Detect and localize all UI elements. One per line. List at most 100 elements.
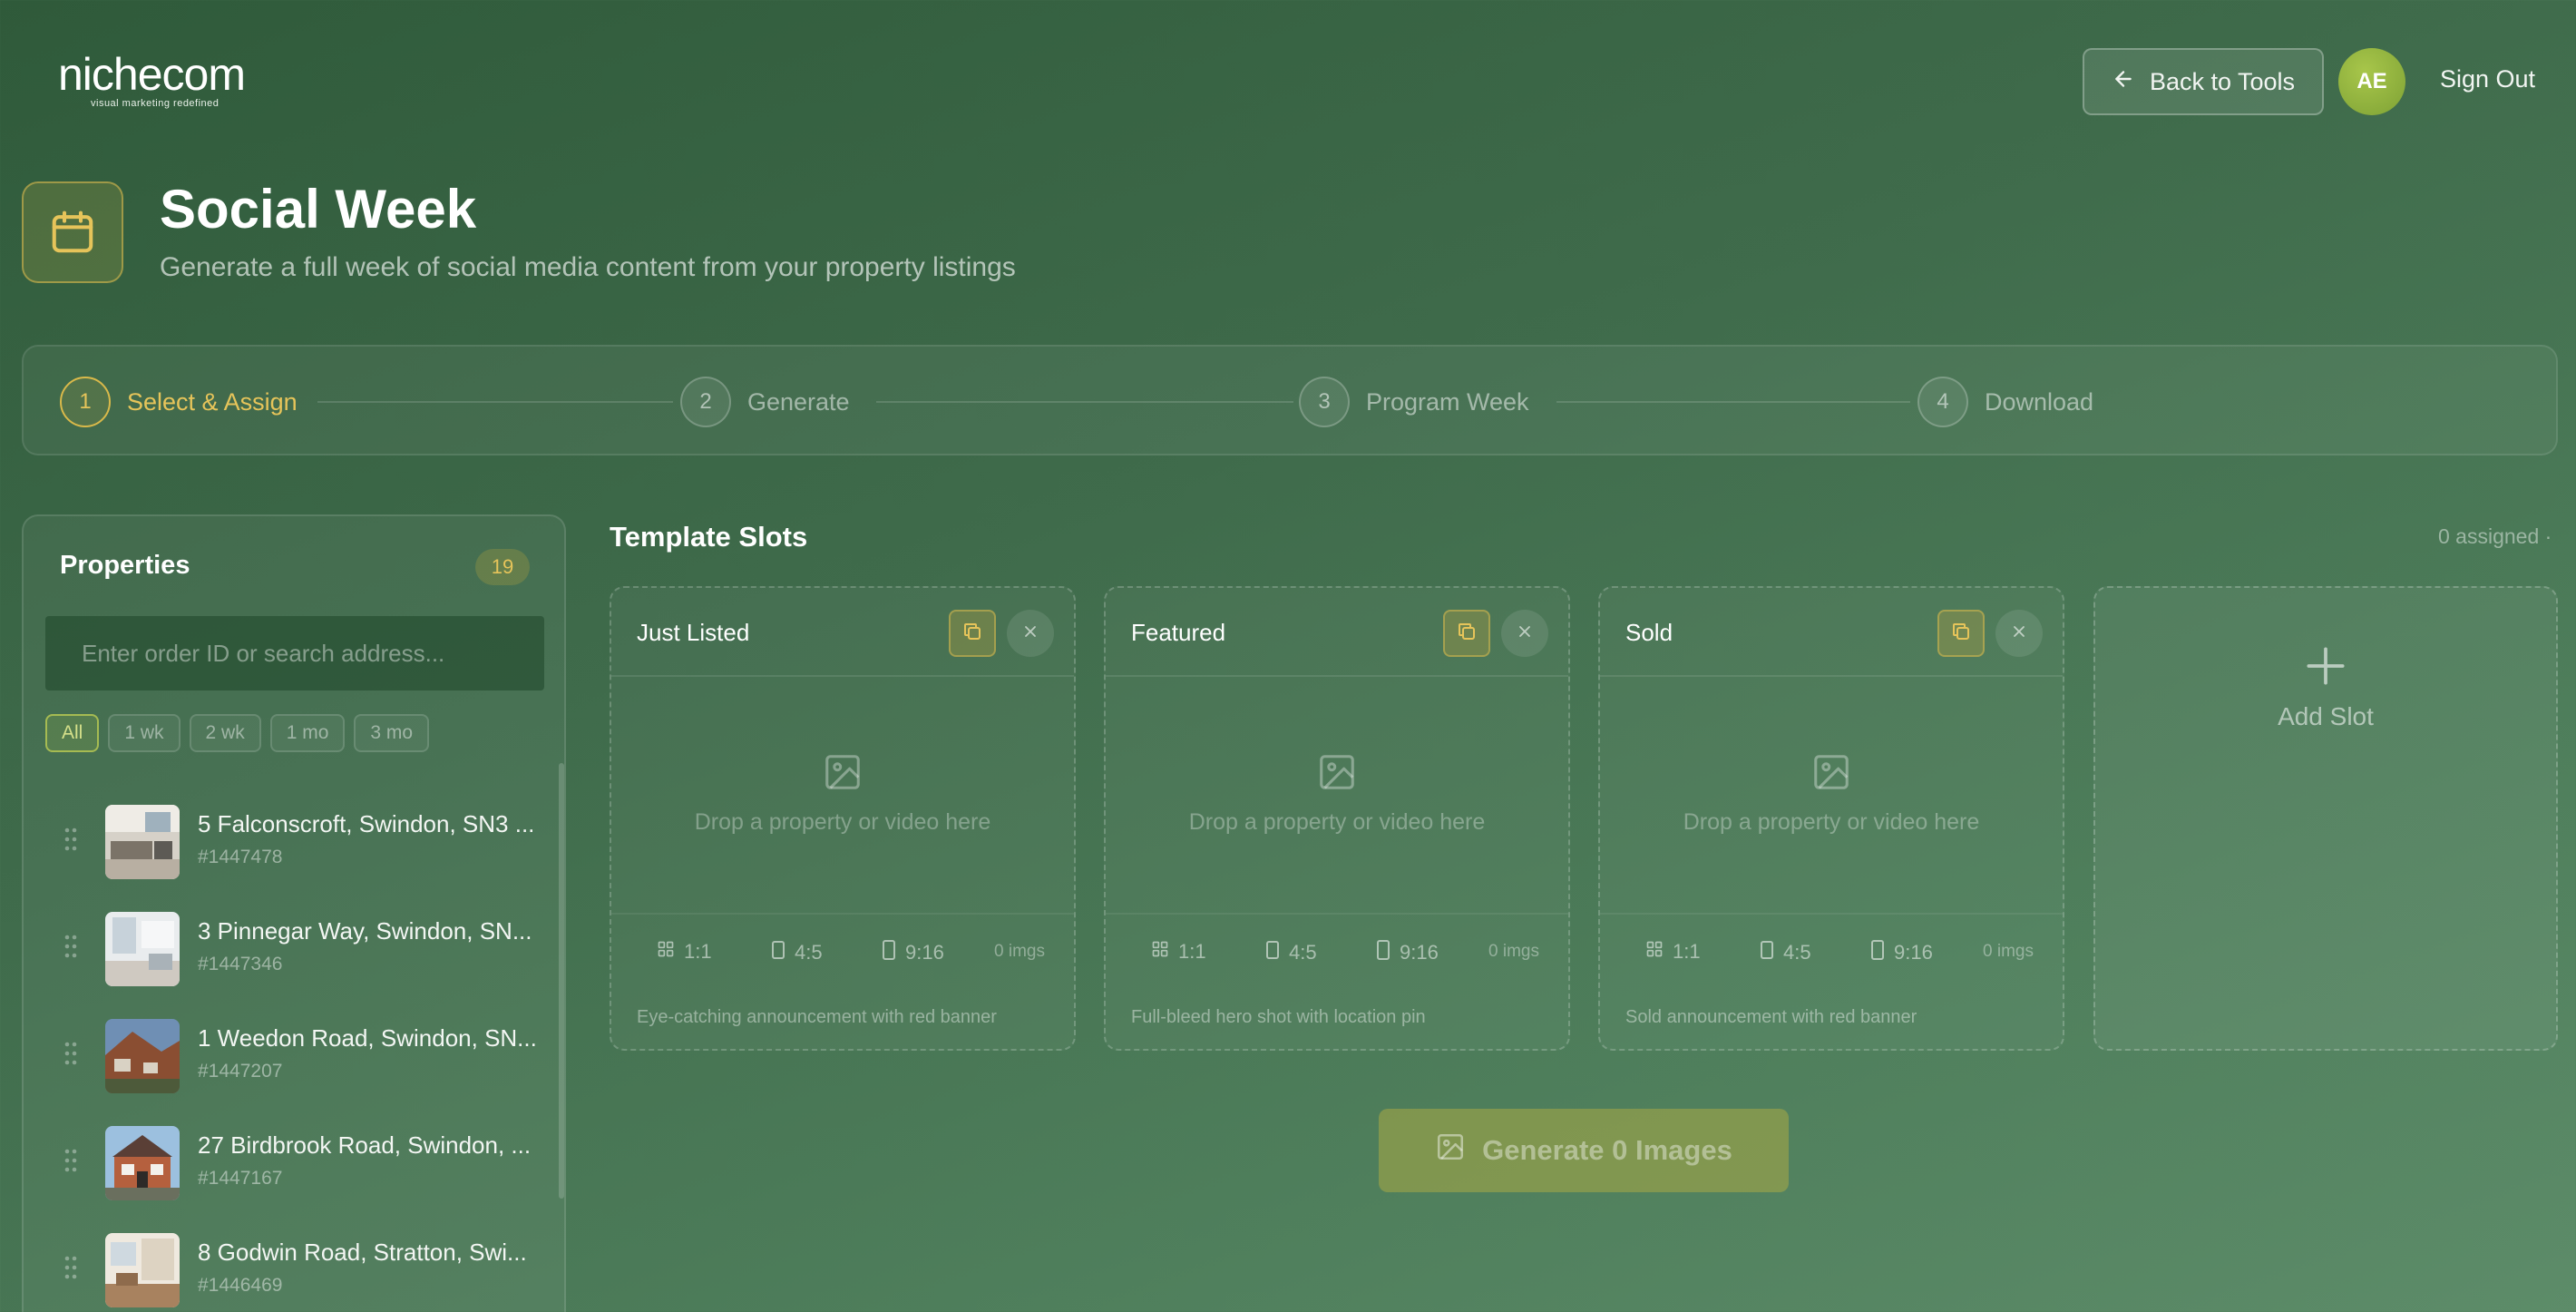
- remove-slot-button[interactable]: [1995, 610, 2043, 657]
- slot-image-count: 0 imgs: [1983, 942, 2034, 961]
- properties-panel: Properties 19 All 1 wk 2 wk 1 mo 3 mo 5 …: [22, 514, 566, 1312]
- property-list: 5 Falconscroft, Swindon, SN3 ... #144747…: [24, 788, 559, 1312]
- remove-slot-button[interactable]: [1501, 610, 1548, 657]
- slot-description: Eye-catching announcement with red banne…: [637, 1007, 997, 1027]
- image-icon: [1435, 1131, 1466, 1170]
- filter-2-week[interactable]: 2 wk: [189, 714, 261, 752]
- grid-icon: [1151, 940, 1169, 964]
- property-item[interactable]: 5 Falconscroft, Swindon, SN3 ... #144747…: [24, 788, 559, 896]
- drag-handle-icon[interactable]: [63, 1041, 78, 1071]
- filter-1-week[interactable]: 1 wk: [108, 714, 181, 752]
- duplicate-slot-button[interactable]: [1937, 610, 1985, 657]
- format-toggle-1-1[interactable]: 1:1: [1151, 940, 1206, 964]
- filter-3-month[interactable]: 3 mo: [354, 714, 430, 752]
- duplicate-slot-button[interactable]: [949, 610, 996, 657]
- sign-out-link[interactable]: Sign Out: [2440, 65, 2535, 93]
- image-placeholder-icon: [1316, 751, 1358, 798]
- format-toggle-9-16[interactable]: 9:16: [882, 940, 944, 965]
- slot-divider: [1600, 675, 2063, 677]
- user-avatar[interactable]: AE: [2338, 48, 2405, 115]
- format-label: 1:1: [1673, 940, 1701, 963]
- property-item[interactable]: 8 Godwin Road, Stratton, Swi... #1446469: [24, 1217, 559, 1312]
- remove-slot-button[interactable]: [1007, 610, 1054, 657]
- drag-handle-icon[interactable]: [63, 1255, 78, 1285]
- portrait-icon: [1760, 940, 1774, 965]
- template-slot-just-listed[interactable]: Just Listed Drop a property or video her…: [610, 586, 1076, 1051]
- format-toggle-9-16[interactable]: 9:16: [1870, 940, 1933, 965]
- step-program-week[interactable]: 3 Program Week: [1299, 377, 1529, 427]
- format-label: 9:16: [1400, 941, 1439, 964]
- property-item[interactable]: 27 Birdbrook Road, Swindon, ... #1447167: [24, 1110, 559, 1217]
- format-toggle-9-16[interactable]: 9:16: [1376, 940, 1439, 965]
- property-thumbnail: [105, 1233, 180, 1307]
- add-slot-button[interactable]: Add Slot: [2093, 586, 2558, 1051]
- format-toggle-1-1[interactable]: 1:1: [657, 940, 712, 964]
- generate-images-button[interactable]: Generate 0 Images: [1379, 1109, 1789, 1192]
- format-toggle-4-5[interactable]: 4:5: [1760, 940, 1811, 965]
- property-thumbnail: [105, 912, 180, 986]
- step-connector: [1556, 401, 1910, 403]
- properties-title: Properties: [60, 551, 190, 580]
- step-label: Generate: [747, 387, 850, 416]
- property-id: #1447167: [198, 1168, 283, 1189]
- slot-description: Sold announcement with red banner: [1625, 1007, 1917, 1027]
- drag-handle-icon[interactable]: [63, 934, 78, 964]
- step-number: 2: [680, 377, 731, 427]
- format-label: 4:5: [795, 941, 823, 964]
- filter-1-month[interactable]: 1 mo: [269, 714, 346, 752]
- nichecom-logo[interactable]: nichecom visual marketing redefined: [58, 49, 249, 113]
- drag-handle-icon[interactable]: [63, 827, 78, 857]
- close-icon: [1021, 622, 1039, 645]
- image-placeholder-icon: [822, 751, 864, 798]
- drag-handle-icon[interactable]: [63, 1148, 78, 1178]
- slot-name: Sold: [1625, 619, 1673, 646]
- slot-divider: [1106, 913, 1568, 915]
- format-label: 4:5: [1289, 941, 1317, 964]
- format-label: 4:5: [1783, 941, 1811, 964]
- step-select-assign[interactable]: 1 Select & Assign: [60, 377, 298, 427]
- phone-icon: [882, 940, 896, 965]
- phone-icon: [1870, 940, 1885, 965]
- template-slot-sold[interactable]: Sold Drop a property or video here 1:1 4…: [1598, 586, 2064, 1051]
- copy-icon: [961, 621, 983, 647]
- filter-all[interactable]: All: [45, 714, 100, 752]
- properties-scrollbar[interactable]: [559, 763, 564, 1199]
- slot-divider: [611, 675, 1074, 677]
- format-label: 9:16: [1894, 941, 1933, 964]
- portrait-icon: [771, 940, 785, 965]
- format-toggle-1-1[interactable]: 1:1: [1645, 940, 1701, 964]
- grid-icon: [657, 940, 675, 964]
- plus-icon: [2300, 641, 2351, 696]
- property-item[interactable]: 3 Pinnegar Way, Swindon, SN... #1447346: [24, 896, 559, 1003]
- slot-name: Just Listed: [637, 619, 750, 646]
- slot-divider: [1600, 913, 2063, 915]
- format-toggle-4-5[interactable]: 4:5: [1265, 940, 1317, 965]
- copy-icon: [1950, 621, 1972, 647]
- step-label: Download: [1985, 387, 2094, 416]
- format-toggle-4-5[interactable]: 4:5: [771, 940, 823, 965]
- step-generate[interactable]: 2 Generate: [680, 377, 850, 427]
- phone-icon: [1376, 940, 1390, 965]
- template-slot-featured[interactable]: Featured Drop a property or video here 1…: [1104, 586, 1570, 1051]
- grid-icon: [1645, 940, 1664, 964]
- step-download[interactable]: 4 Download: [1917, 377, 2093, 427]
- wizard-stepper: 1 Select & Assign 2 Generate 3 Program W…: [22, 345, 2558, 455]
- property-search-input[interactable]: [45, 616, 544, 690]
- close-icon: [1516, 622, 1534, 645]
- slot-description: Full-bleed hero shot with location pin: [1131, 1007, 1426, 1027]
- duplicate-slot-button[interactable]: [1443, 610, 1490, 657]
- slot-drop-zone-text: Drop a property or video here: [694, 809, 991, 835]
- page-title: Social Week: [160, 179, 477, 240]
- properties-count-badge: 19: [475, 549, 530, 585]
- property-item[interactable]: 1 Weedon Road, Swindon, SN... #1447207: [24, 1003, 559, 1110]
- calendar-icon: [22, 181, 123, 283]
- property-thumbnail: [105, 1019, 180, 1093]
- back-to-tools-button[interactable]: Back to Tools: [2083, 48, 2324, 115]
- format-label: 1:1: [684, 940, 712, 963]
- template-slots-title: Template Slots: [610, 521, 808, 553]
- property-address: 3 Pinnegar Way, Swindon, SN...: [198, 917, 532, 945]
- back-to-tools-label: Back to Tools: [2149, 67, 2296, 95]
- slot-divider: [1106, 675, 1568, 677]
- step-label: Select & Assign: [127, 387, 298, 416]
- slot-drop-zone-text: Drop a property or video here: [1683, 809, 1980, 835]
